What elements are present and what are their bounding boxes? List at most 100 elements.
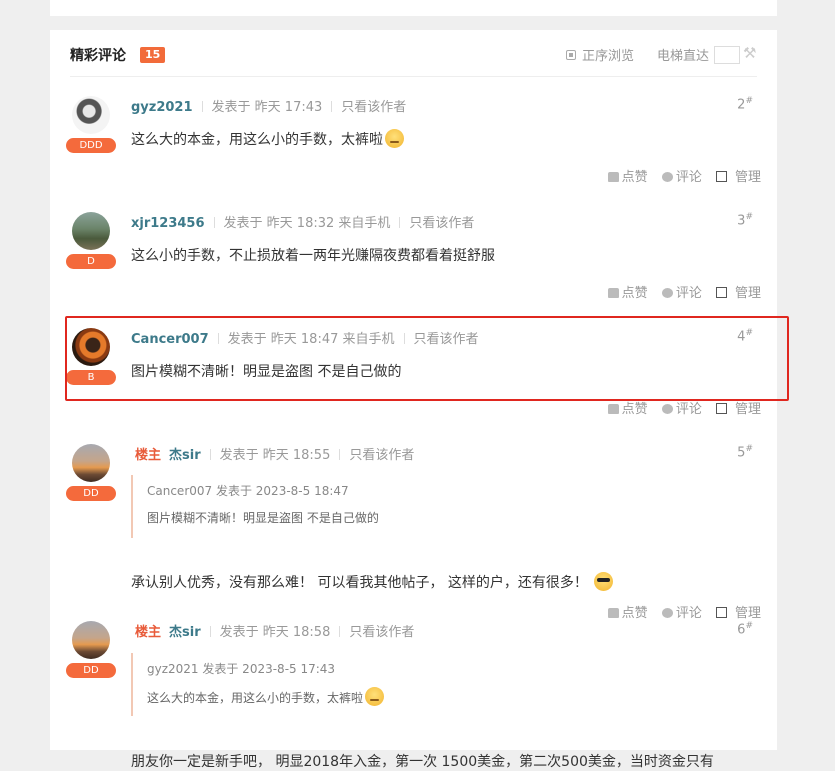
post-meta: 楼主 杰sir 发表于 昨天 18:55 只看该作者 <box>135 444 414 463</box>
manage-checkbox[interactable]: 管理 <box>715 398 761 417</box>
post-text: 这么大的本金，用这么小的手数，太裤啦 <box>131 132 383 148</box>
comment-bubble-icon <box>661 288 673 298</box>
quoted-reply: gyz2021 发表于 2023-8-5 17:43 这么大的本金，用这么小的手… <box>131 653 707 716</box>
divider <box>331 101 333 112</box>
post-text: 图片模糊不清晰！明显是盗图 不是自己做的 <box>131 364 402 380</box>
comment-button[interactable]: 评论 <box>661 282 702 301</box>
post-meta: Cancer007 发表于 昨天 18:47 来自手机 只看该作者 <box>131 328 479 347</box>
smirk-emoji-icon <box>365 687 385 706</box>
divider <box>403 333 405 344</box>
divider <box>339 449 341 460</box>
author-only-link[interactable]: 只看该作者 <box>349 625 414 640</box>
avatar[interactable] <box>72 621 110 659</box>
checkbox-icon <box>715 403 727 414</box>
comments-header: 精彩评论 15 正序浏览 电梯直达 ⚒ <box>70 30 757 77</box>
floor-number[interactable]: 6# <box>737 621 753 637</box>
comment-button[interactable]: 评论 <box>661 602 702 621</box>
floor-number[interactable]: 4# <box>737 328 753 344</box>
post-content: 这么小的手数，不止损放着一两年光赚隔夜费都看着挺舒服 <box>131 245 495 265</box>
post-meta: gyz2021 发表于 昨天 17:43 只看该作者 <box>131 96 406 115</box>
floor-jump-input[interactable] <box>714 46 740 64</box>
smirk-emoji-icon <box>385 129 404 148</box>
comment-button[interactable]: 评论 <box>661 166 702 185</box>
thumbs-up-icon <box>607 172 619 182</box>
manage-checkbox[interactable]: 管理 <box>715 602 761 621</box>
avatar[interactable] <box>72 96 110 134</box>
like-button[interactable]: 点赞 <box>607 398 648 417</box>
comment-button[interactable]: 评论 <box>661 398 702 417</box>
comment-bubble-icon <box>661 172 673 182</box>
divider <box>209 626 211 637</box>
user-level-badge: B <box>66 370 116 385</box>
author-only-link[interactable]: 只看该作者 <box>409 216 474 231</box>
post-text: 承认别人优秀，没有那么难！ 可以看我其他帖子， 这样的户，还有很多！ <box>131 575 588 591</box>
quote-text: 这么大的本金，用这么小的手数，太裤啦 <box>147 687 707 706</box>
divider <box>339 626 341 637</box>
post-content: 图片模糊不清晰！明显是盗图 不是自己做的 <box>131 361 401 381</box>
username-link[interactable]: Cancer007 <box>131 332 209 347</box>
user-level-badge: DDD <box>66 138 116 153</box>
floor-number[interactable]: 2# <box>737 96 753 112</box>
checkbox-icon <box>715 287 727 298</box>
username-link[interactable]: xjr123456 <box>131 216 205 231</box>
post-time: 发表于 昨天 18:55 <box>219 448 331 463</box>
like-button[interactable]: 点赞 <box>607 166 648 185</box>
checkbox-icon <box>715 171 727 182</box>
post-time: 发表于 昨天 18:32 来自手机 <box>223 216 391 231</box>
author-only-link[interactable]: 只看该作者 <box>341 100 406 115</box>
post-content: 朋友你一定是新手吧， 明显2018年入金，第一次 1500美金，第二次500美金… <box>131 751 714 771</box>
quote-meta: Cancer007 发表于 2023-8-5 18:47 <box>147 484 349 498</box>
quote-text: 图片模糊不清晰！明显是盗图 不是自己做的 <box>147 511 379 525</box>
manage-checkbox[interactable]: 管理 <box>715 282 761 301</box>
post-time: 发表于 昨天 18:58 <box>219 625 331 640</box>
floor-number[interactable]: 3# <box>737 212 753 228</box>
post-actions: 点赞 评论 管理 <box>607 166 761 185</box>
avatar[interactable] <box>72 328 110 366</box>
comments-title: 精彩评论 <box>70 48 126 64</box>
post-actions: 点赞 评论 管理 <box>607 602 761 621</box>
floor-number[interactable]: 5# <box>737 444 753 460</box>
previous-section-card <box>50 0 777 16</box>
comment-bubble-icon <box>661 404 673 414</box>
thumbs-up-icon <box>607 608 619 618</box>
post-text: 这么小的手数，不止损放着一两年光赚隔夜费都看着挺舒服 <box>131 248 495 264</box>
post-meta: 楼主 杰sir 发表于 昨天 18:58 只看该作者 <box>135 621 414 640</box>
manage-checkbox[interactable]: 管理 <box>715 166 761 185</box>
post-content: 承认别人优秀，没有那么难！ 可以看我其他帖子， 这样的户，还有很多！ <box>131 572 614 592</box>
user-level-badge: DD <box>66 486 116 501</box>
user-level-badge: DD <box>66 663 116 678</box>
order-browse-label: 正序浏览 <box>582 49 635 64</box>
comments-count-badge: 15 <box>140 47 166 63</box>
post-time: 发表于 昨天 18:47 来自手机 <box>227 332 395 347</box>
post-meta: xjr123456 发表于 昨天 18:32 来自手机 只看该作者 <box>131 212 474 231</box>
order-icon <box>566 50 576 60</box>
quote-meta: gyz2021 发表于 2023-8-5 17:43 <box>147 662 336 676</box>
comments-card: 精彩评论 15 正序浏览 电梯直达 ⚒ DDD gyz2021 发表于 昨天 17… <box>50 30 777 770</box>
wrench-go-icon[interactable]: ⚒ <box>743 44 756 62</box>
divider <box>201 101 203 112</box>
divider <box>399 217 401 228</box>
quoted-reply: Cancer007 发表于 2023-8-5 18:47 图片模糊不清晰！明显是… <box>131 475 707 538</box>
avatar[interactable] <box>72 212 110 250</box>
comment-bubble-icon <box>661 608 673 618</box>
elevator-label: 电梯直达 <box>657 49 710 64</box>
post-time: 发表于 昨天 17:43 <box>211 100 323 115</box>
post-content: 这么大的本金，用这么小的手数，太裤啦 <box>131 129 404 149</box>
thumbs-up-icon <box>607 288 619 298</box>
checkbox-icon <box>715 607 727 618</box>
like-button[interactable]: 点赞 <box>607 602 648 621</box>
divider <box>217 333 219 344</box>
post-text: 朋友你一定是新手吧， 明显2018年入金，第一次 1500美金，第二次500美金… <box>131 754 714 770</box>
username-link[interactable]: gyz2021 <box>131 100 193 115</box>
post-actions: 点赞 评论 管理 <box>607 282 761 301</box>
like-button[interactable]: 点赞 <box>607 282 648 301</box>
divider <box>209 449 211 460</box>
order-browse-link[interactable]: 正序浏览 <box>566 45 634 64</box>
username-link[interactable]: 杰sir <box>169 448 201 463</box>
author-only-link[interactable]: 只看该作者 <box>414 332 479 347</box>
cool-emoji-icon <box>594 572 614 591</box>
author-only-link[interactable]: 只看该作者 <box>349 448 414 463</box>
user-level-badge: D <box>66 254 116 269</box>
avatar[interactable] <box>72 444 110 482</box>
username-link[interactable]: 杰sir <box>169 625 201 640</box>
